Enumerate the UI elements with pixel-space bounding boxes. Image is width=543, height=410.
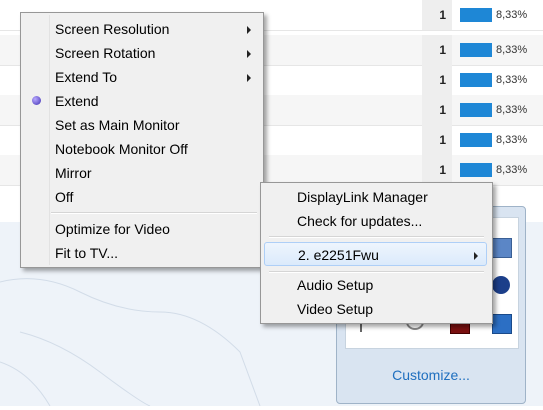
monitor-icon[interactable] <box>492 238 512 258</box>
menu-separator <box>269 236 484 238</box>
menu-item-label: Set as Main Monitor <box>55 117 180 133</box>
count-cell: 1 <box>422 65 452 95</box>
percent-bar <box>460 43 492 57</box>
menu-item-label: Off <box>55 189 74 205</box>
menu-item-screen-rotation[interactable]: Screen Rotation <box>23 41 259 65</box>
customize-link[interactable]: Customize... <box>337 367 525 383</box>
bluetooth-icon[interactable] <box>492 276 510 294</box>
menu-separator <box>51 212 257 214</box>
submenu-arrow-icon <box>247 50 251 58</box>
menu-item-label: 2. e2251Fwu <box>298 247 379 263</box>
menu-item-screen-resolution[interactable]: Screen Resolution <box>23 17 259 41</box>
menu-item-extend-to[interactable]: Extend To <box>23 65 259 89</box>
menu-item-label: Extend To <box>55 69 118 85</box>
menu-item-check-updates[interactable]: Check for updates... <box>263 209 488 233</box>
count-cell: 1 <box>422 155 452 185</box>
menu-item-displaylink-manager[interactable]: DisplayLink Manager <box>263 185 488 209</box>
menu-item-label: Extend <box>55 93 99 109</box>
menu-item-label: Audio Setup <box>297 277 374 293</box>
percent-cell: 8,33% <box>496 134 528 146</box>
count-cell: 1 <box>422 125 452 155</box>
percent-cell: 8,33% <box>496 74 528 86</box>
menu-item-mirror[interactable]: Mirror <box>23 161 259 185</box>
menu-item-label: Mirror <box>55 165 92 181</box>
menu-item-optimize-video[interactable]: Optimize for Video <box>23 217 259 241</box>
percent-bar <box>460 8 492 22</box>
submenu-arrow-icon <box>247 74 251 82</box>
menu-item-set-main-monitor[interactable]: Set as Main Monitor <box>23 113 259 137</box>
percent-bar <box>460 133 492 147</box>
percent-cell: 8,33% <box>496 44 528 56</box>
menu-item-label: Video Setup <box>297 301 374 317</box>
menu-item-monitor-e2251fwu[interactable]: 2. e2251Fwu <box>264 242 487 266</box>
menu-item-extend[interactable]: Extend <box>23 89 259 113</box>
count-cell: 1 <box>422 35 452 65</box>
percent-bar <box>460 163 492 177</box>
usb-icon[interactable] <box>492 314 512 334</box>
count-cell: 1 <box>422 0 452 30</box>
submenu-arrow-icon <box>247 26 251 34</box>
menu-item-notebook-monitor-off[interactable]: Notebook Monitor Off <box>23 137 259 161</box>
menu-item-video-setup[interactable]: Video Setup <box>263 297 488 321</box>
submenu-arrow-icon <box>474 252 478 260</box>
menu-item-off[interactable]: Off <box>23 185 259 209</box>
percent-bar <box>460 73 492 87</box>
menu-item-label: Fit to TV... <box>55 245 119 261</box>
menu-item-label: Optimize for Video <box>55 221 170 237</box>
displaylink-menu: DisplayLink Manager Check for updates...… <box>260 182 493 324</box>
menu-item-fit-to-tv[interactable]: Fit to TV... <box>23 241 259 265</box>
radio-selected-icon <box>32 96 41 105</box>
percent-cell: 8,33% <box>496 164 528 176</box>
count-cell: 1 <box>422 95 452 125</box>
percent-bar <box>460 103 492 117</box>
menu-item-label: Screen Rotation <box>55 45 156 61</box>
menu-item-label: DisplayLink Manager <box>297 189 428 205</box>
menu-item-label: Notebook Monitor Off <box>55 141 188 157</box>
menu-item-audio-setup[interactable]: Audio Setup <box>263 273 488 297</box>
percent-cell: 8,33% <box>496 104 528 116</box>
menu-item-label: Screen Resolution <box>55 21 170 37</box>
menu-item-label: Check for updates... <box>297 213 423 229</box>
display-context-menu: Screen Resolution Screen Rotation Extend… <box>20 12 264 268</box>
percent-cell: 8,33% <box>496 9 528 21</box>
